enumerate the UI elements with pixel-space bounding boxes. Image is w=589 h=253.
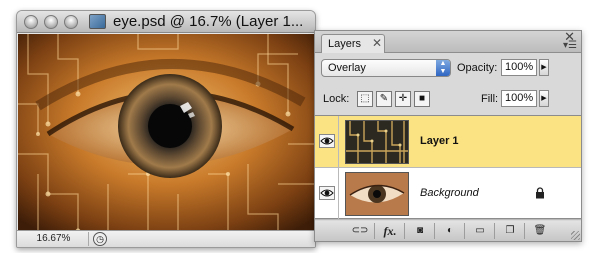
close-icon[interactable]: [24, 15, 38, 29]
document-window: eye.psd @ 16.7% (Layer 1... 16.67% ◷: [16, 10, 316, 248]
resize-grip-icon[interactable]: [571, 231, 580, 240]
layer-thumbnail-eye[interactable]: [345, 172, 409, 216]
lock-transparent-icon[interactable]: ⬚: [357, 91, 373, 107]
layer-name[interactable]: Background: [420, 187, 479, 199]
zoom-level-field[interactable]: 16.67%: [19, 232, 89, 246]
visibility-eye-icon[interactable]: [319, 134, 335, 148]
layer-row-layer-1[interactable]: Layer 1: [315, 116, 581, 168]
layers-panel-header: Layers ✕ ✕ ▾☰: [315, 29, 581, 53]
lock-all-icon[interactable]: ■: [414, 91, 430, 107]
minimize-icon[interactable]: [44, 15, 58, 29]
fill-slider-button[interactable]: ▶: [539, 90, 549, 107]
visibility-eye-icon[interactable]: [319, 186, 335, 200]
layer-list: Layer 1 Background: [315, 115, 581, 220]
document-title: eye.psd @ 16.7% (Layer 1...: [113, 13, 304, 30]
eye-artwork-image: [18, 34, 314, 231]
tab-layers-label: Layers: [328, 38, 362, 50]
visibility-cell: [315, 116, 339, 167]
blend-mode-select[interactable]: Overlay ▲ ▼: [321, 59, 451, 77]
opacity-label: Opacity:: [457, 62, 498, 74]
document-titlebar[interactable]: eye.psd @ 16.7% (Layer 1...: [17, 11, 315, 33]
document-statusbar: 16.67% ◷: [17, 230, 315, 247]
layer-name[interactable]: Layer 1: [420, 135, 459, 147]
new-layer-icon[interactable]: ❐: [501, 224, 519, 238]
select-arrows-icon: ▲ ▼: [436, 60, 450, 76]
footer-divider: [524, 223, 525, 239]
footer-divider: [464, 223, 465, 239]
lock-label: Lock:: [323, 93, 350, 105]
tab-close-icon[interactable]: ✕: [372, 36, 382, 50]
blend-mode-value: Overlay: [328, 62, 366, 74]
opacity-field[interactable]: 100%: [501, 59, 537, 76]
layer-thumbnail-circuit[interactable]: [345, 120, 409, 164]
document-canvas[interactable]: [18, 34, 314, 231]
psd-file-icon: [89, 14, 106, 29]
footer-divider: [494, 223, 495, 239]
layer-lock-icon: [536, 187, 544, 199]
lock-pixels-icon[interactable]: ✎: [376, 91, 392, 107]
opacity-slider-button[interactable]: ▶: [539, 59, 549, 76]
zoom-icon[interactable]: [64, 15, 78, 29]
footer-divider: [434, 223, 435, 239]
status-info-icon[interactable]: ◷: [93, 232, 107, 246]
fill-label: Fill:: [481, 93, 499, 105]
footer-divider: [404, 223, 405, 239]
panel-menu-icon[interactable]: ▾☰: [563, 40, 577, 51]
fx-icon[interactable]: fx.: [381, 224, 399, 238]
add-mask-icon[interactable]: ◙: [411, 224, 429, 238]
link-layers-icon[interactable]: ⊂⊃: [351, 224, 369, 238]
layer-row-background[interactable]: Background: [315, 168, 581, 220]
fill-field[interactable]: 100%: [501, 90, 537, 107]
layers-panel: Layers ✕ ✕ ▾☰ Overlay ▲ ▼ Opacity: 100% ▶…: [314, 29, 582, 242]
trash-icon[interactable]: 🗑: [531, 224, 549, 238]
adjustment-layer-icon[interactable]: ◐: [441, 224, 459, 238]
tab-layers[interactable]: Layers ✕: [321, 34, 385, 53]
visibility-cell: [315, 168, 339, 219]
layers-panel-footer: ⊂⊃ fx. ◙ ◐ ▭ ❐ 🗑: [315, 221, 581, 241]
new-group-icon[interactable]: ▭: [471, 224, 489, 238]
lock-position-icon[interactable]: ✛: [395, 91, 411, 107]
footer-divider: [374, 223, 375, 239]
